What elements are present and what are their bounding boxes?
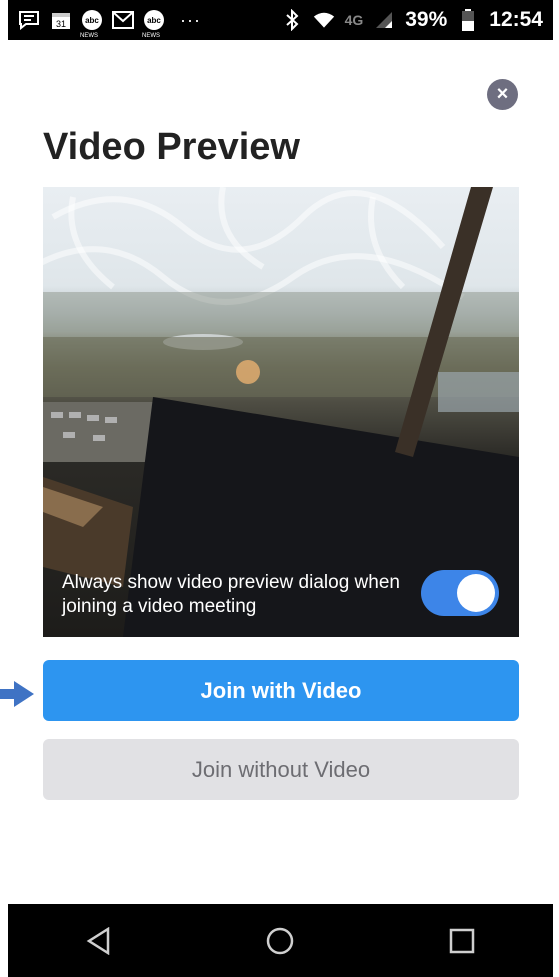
network-type: 4G: [344, 12, 364, 28]
status-bar: 31 abc abc ··· 4G 39% 12:54: [8, 0, 553, 40]
calendar-icon: 31: [50, 9, 72, 31]
back-button[interactable]: [79, 921, 119, 961]
video-preview: Always show video preview dialog when jo…: [43, 187, 519, 637]
home-button[interactable]: [260, 921, 300, 961]
recents-button[interactable]: [442, 921, 482, 961]
page-title: Video Preview: [43, 126, 300, 168]
clock-time: 12:54: [489, 8, 543, 31]
calendar-day: 31: [56, 19, 66, 29]
toggle-knob: [457, 574, 495, 612]
close-button[interactable]: ×: [487, 79, 518, 110]
recents-square-icon: [449, 928, 475, 953]
back-triangle-icon: [86, 926, 110, 955]
abc-news-icon: abc: [80, 10, 102, 39]
always-show-preview-toggle[interactable]: [421, 570, 499, 616]
signal-icon: [373, 9, 395, 31]
preview-toggle-label: Always show video preview dialog when jo…: [62, 572, 400, 617]
wifi-icon: [313, 9, 335, 31]
home-circle-icon: [267, 927, 294, 954]
gmail-icon: [112, 9, 134, 31]
close-icon: ×: [496, 83, 509, 105]
pointer-arrow-icon: [0, 681, 34, 707]
bluetooth-icon: [281, 9, 303, 31]
join-without-video-button[interactable]: Join without Video: [43, 739, 519, 800]
more-notifications-icon: ···: [180, 9, 201, 30]
join-with-video-button[interactable]: Join with Video: [43, 660, 519, 721]
abc-news-icon-2: abc: [142, 10, 164, 39]
message-icon: [18, 9, 40, 31]
battery-icon: [457, 9, 479, 31]
navigation-bar: [8, 904, 553, 977]
battery-percent: 39%: [405, 8, 448, 31]
